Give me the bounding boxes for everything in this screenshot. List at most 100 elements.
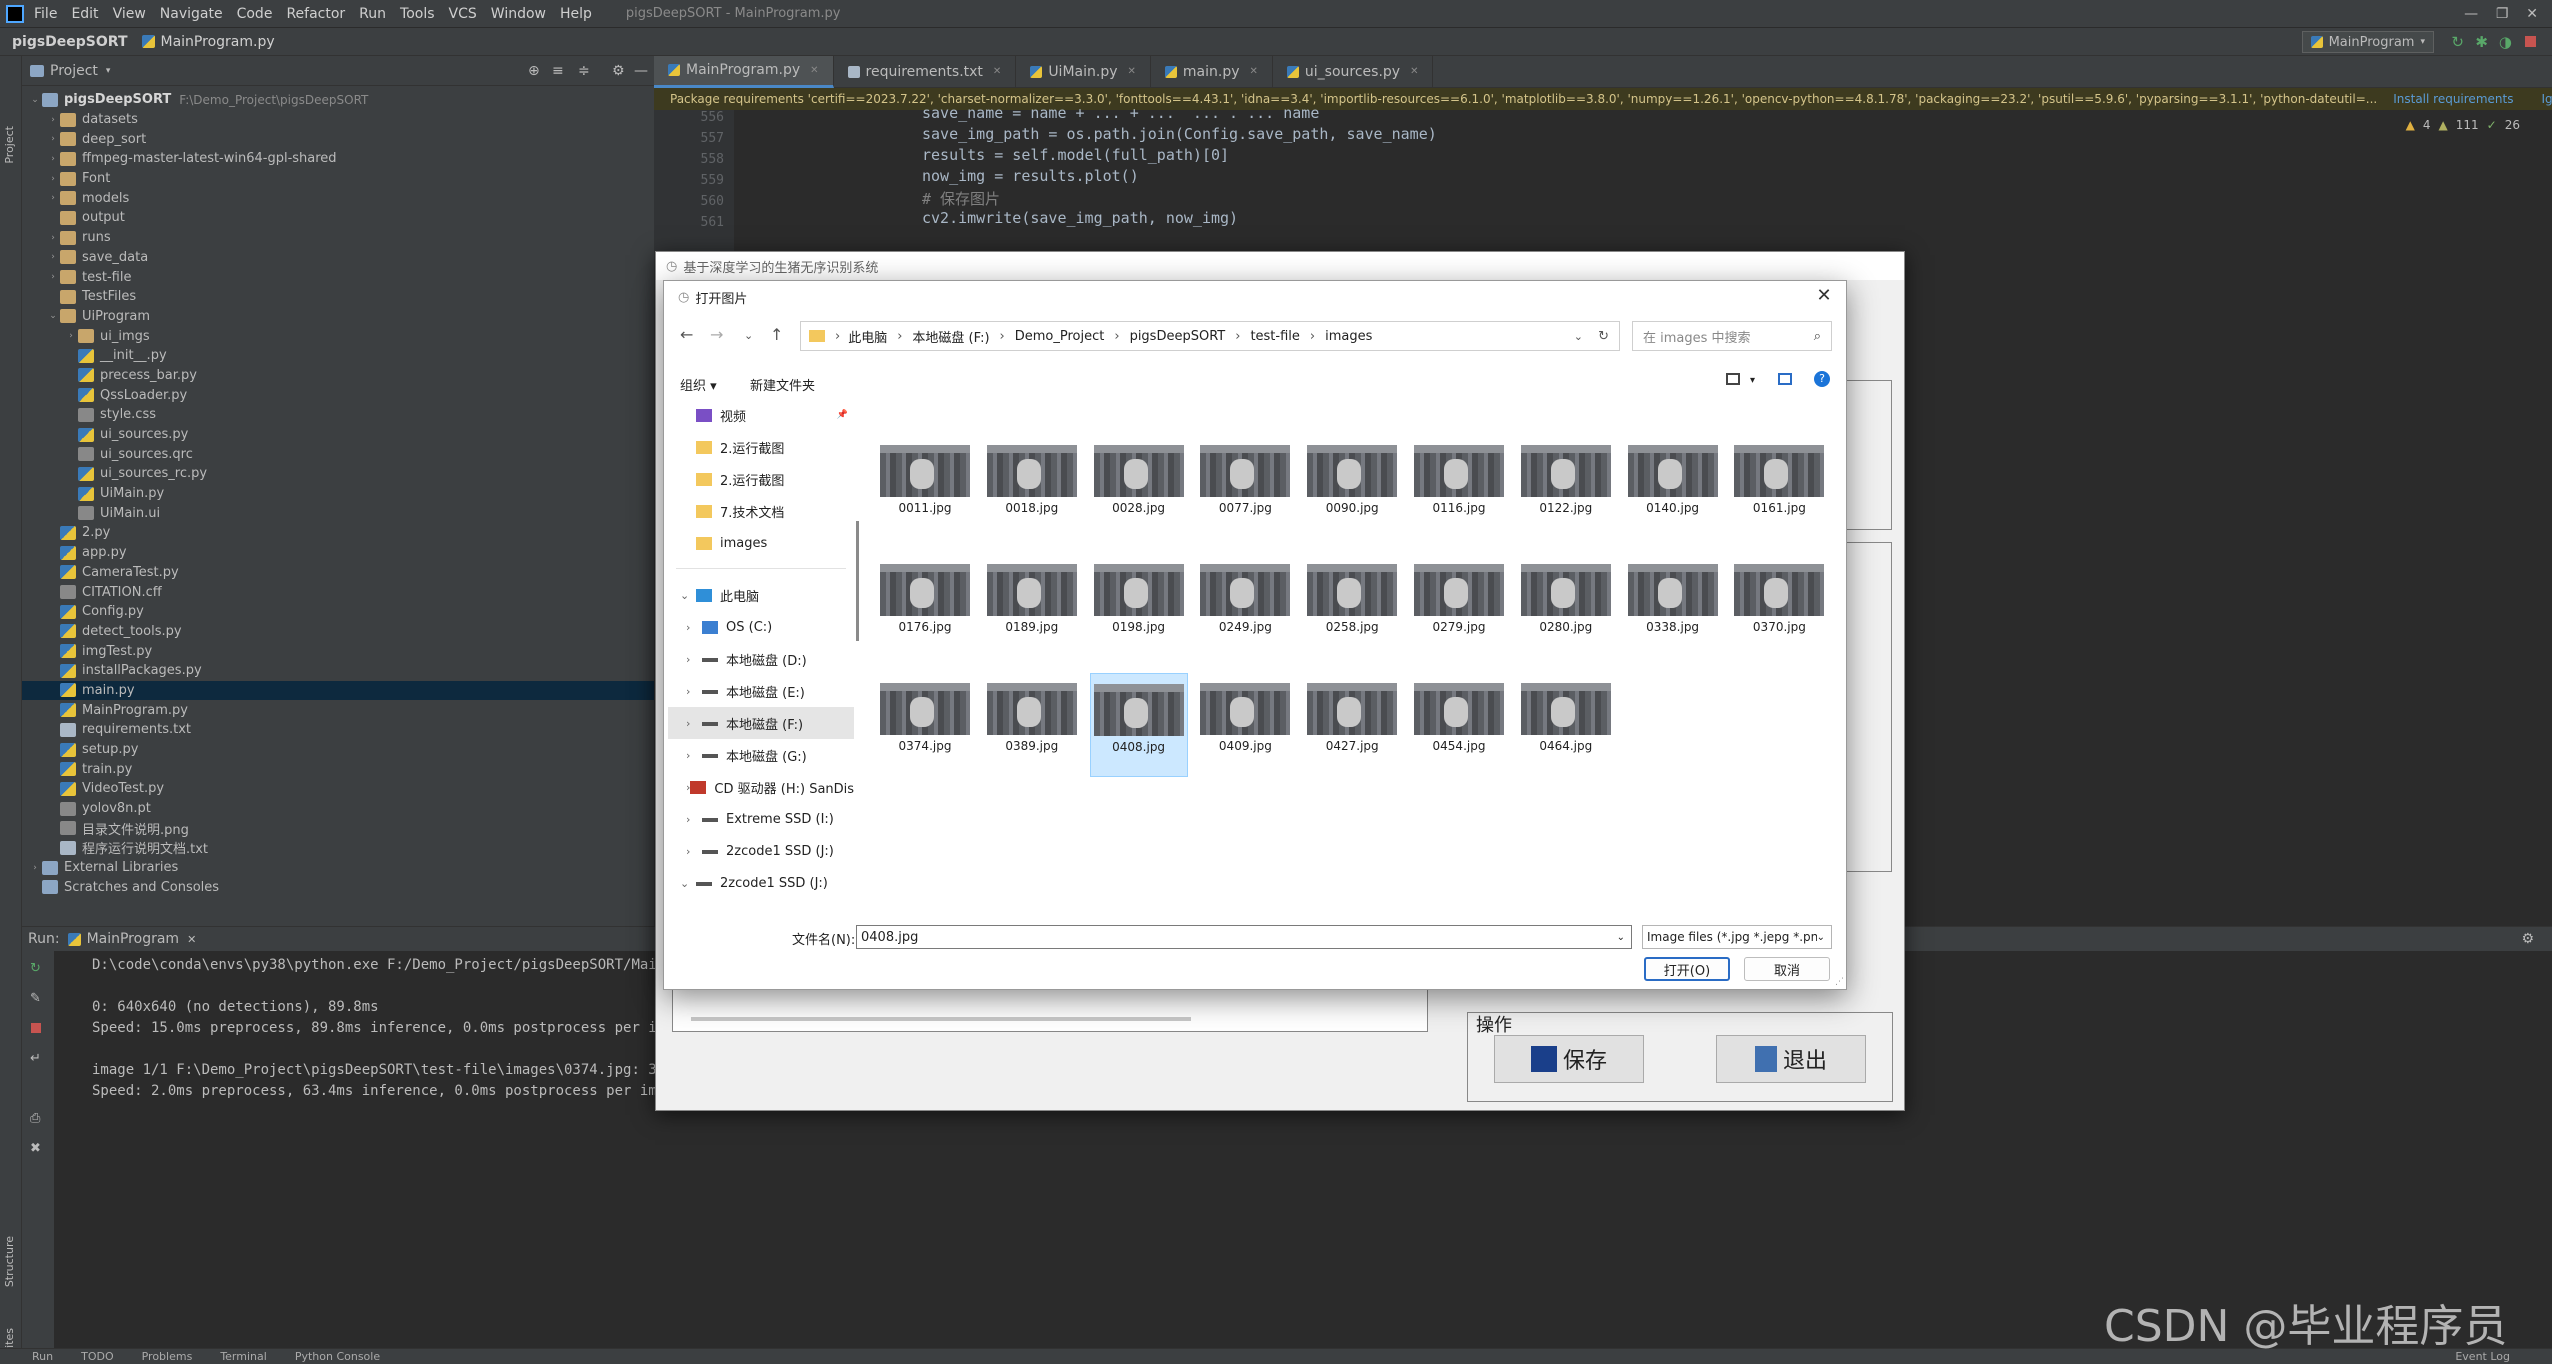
code-line[interactable]: # 保存图片 [922,188,1000,209]
tree-item[interactable]: 目录文件说明.png [22,818,654,838]
breadcrumb-file[interactable]: MainProgram.py [161,34,275,50]
minimize-icon[interactable]: — [634,63,648,79]
address-segment[interactable]: Demo_Project [1015,329,1105,344]
pin-icon[interactable]: 📌 [837,410,848,420]
chevron-right-icon[interactable]: › [686,717,702,730]
new-folder-button[interactable]: 新建文件夹 [750,375,815,394]
target-icon[interactable]: ⊕ [528,63,540,79]
file-thumbnail[interactable]: 0280.jpg [1517,554,1615,658]
nav-item[interactable]: › 2zcode1 SSD (J:) [668,835,854,867]
forward-icon[interactable]: → [710,325,723,344]
code-line[interactable]: now_img = results.plot() [922,167,1139,185]
close-icon[interactable]: ✕ [1812,285,1836,306]
file-thumbnail[interactable]: 0338.jpg [1624,554,1722,658]
ignore-requirements-link[interactable]: Ignore requirements [2541,92,2552,106]
tree-item[interactable]: TestFiles [22,287,654,307]
close-icon[interactable]: ✕ [810,65,818,76]
run-tab-label[interactable]: MainProgram [87,931,180,947]
nav-item[interactable]: images [668,527,854,559]
file-thumbnail[interactable]: 0028.jpg [1090,435,1188,539]
menu-help[interactable]: Help [560,6,592,22]
address-segment[interactable]: 本地磁盘 (F:) [912,327,989,346]
chevron-down-icon[interactable]: ⌄ [1574,330,1583,343]
tree-item[interactable]: __init__.py [22,346,654,366]
file-thumbnail[interactable]: 0116.jpg [1410,435,1508,539]
file-thumbnail[interactable]: 0409.jpg [1196,673,1294,777]
tree-item[interactable]: UiMain.ui [22,503,654,523]
file-thumbnail[interactable]: 0464.jpg [1517,673,1615,777]
nav-item[interactable]: 2.运行截图 [668,431,854,463]
chevron-right-icon[interactable]: › [686,845,702,858]
address-segment[interactable]: pigsDeepSORT [1130,329,1226,344]
trash-icon[interactable]: ✖ [30,1141,41,1156]
menu-code[interactable]: Code [237,6,273,22]
exit-button[interactable]: 退出 [1716,1035,1866,1083]
status-tab-python-console[interactable]: Python Console [295,1350,380,1363]
tree-item[interactable]: imgTest.py [22,641,654,661]
nav-item[interactable]: › 本地磁盘 (F:) [668,707,854,739]
menu-edit[interactable]: Edit [71,6,98,22]
print-icon[interactable]: ⎙ [30,1111,40,1126]
menu-file[interactable]: File [34,6,57,22]
editor-tab[interactable]: main.py ✕ [1151,55,1273,88]
tree-item[interactable]: UiMain.py [22,484,654,504]
address-segment[interactable]: test-file [1250,329,1299,344]
tree-item[interactable]: QssLoader.py [22,385,654,405]
file-thumbnail[interactable]: 0161.jpg [1730,435,1828,539]
tree-item[interactable]: › deep_sort [22,129,654,149]
tree-root[interactable]: ⌄ pigsDeepSORT F:\Demo_Project\pigsDeepS… [22,90,654,110]
close-icon[interactable]: ✕ [993,66,1001,77]
project-tool-label[interactable]: Project [3,126,16,164]
close-icon[interactable]: ✕ [1410,66,1418,77]
chevron-down-icon[interactable]: ⌄ [680,877,696,890]
editor-tab[interactable]: MainProgram.py ✕ [654,55,834,88]
nav-item[interactable]: 7.技术文档 [668,495,854,527]
breadcrumb-project[interactable]: pigsDeepSORT [12,34,128,50]
file-thumbnail[interactable]: 0122.jpg [1517,435,1615,539]
refresh-icon[interactable]: ↻ [1598,329,1609,344]
search-input[interactable]: 在 images 中搜索 ⌕ [1632,321,1832,351]
tree-item[interactable]: 程序运行说明文档.txt [22,838,654,858]
tree-item[interactable]: style.css [22,405,654,425]
nav-pane-scrollbar[interactable] [856,521,859,641]
table-scrollbar[interactable] [691,1017,1191,1021]
tree-item[interactable]: main.py [22,680,654,701]
tree-item[interactable]: VideoTest.py [22,779,654,799]
code-line[interactable]: save_img_path = os.path.join(Config.save… [922,125,1437,143]
recent-icon[interactable]: ⌄ [744,329,753,342]
tree-item[interactable]: setup.py [22,740,654,760]
expand-icon[interactable]: ≑ [578,63,590,79]
tree-item[interactable]: ui_sources.py [22,425,654,445]
up-icon[interactable]: ↑ [770,325,783,344]
file-thumbnail[interactable]: 0454.jpg [1410,673,1508,777]
tree-item[interactable]: Config.py [22,602,654,622]
tree-item[interactable]: requirements.txt [22,720,654,740]
file-thumbnail[interactable]: 0258.jpg [1303,554,1401,658]
file-thumbnail[interactable]: 0427.jpg [1303,673,1401,777]
filename-input[interactable]: 0408.jpg ⌄ [856,925,1632,949]
window-controls[interactable]: — ❐ ✕ [2464,6,2538,22]
tree-item[interactable]: detect_tools.py [22,622,654,642]
back-icon[interactable]: ← [680,325,693,344]
file-thumbnail[interactable]: 0189.jpg [983,554,1081,658]
tree-item[interactable]: installPackages.py [22,661,654,681]
status-tab-run[interactable]: Run [32,1350,53,1363]
file-thumbnail[interactable]: 0370.jpg [1730,554,1828,658]
organize-button[interactable]: 组织 ▾ [680,375,717,394]
collapse-icon[interactable]: ≡ [552,63,564,79]
code-line[interactable]: results = self.model(full_path)[0] [922,146,1229,164]
open-button[interactable]: 打开(O) [1644,957,1730,981]
nav-item[interactable]: › 本地磁盘 (D:) [668,643,854,675]
close-icon[interactable]: ✕ [1128,66,1136,77]
status-tab-terminal[interactable]: Terminal [220,1350,267,1363]
structure-tool-label[interactable]: Structure [3,1236,16,1287]
nav-item[interactable]: › OS (C:) [668,611,854,643]
tree-item[interactable]: yolov8n.pt [22,799,654,819]
tree-item[interactable]: › test-file [22,267,654,287]
tree-item[interactable]: › models [22,188,654,208]
address-segment[interactable]: 此电脑 [848,327,887,346]
rerun-icon[interactable]: ↻ [30,961,41,976]
chevron-right-icon[interactable]: › [686,685,702,698]
tree-item[interactable]: Scratches and Consoles [22,878,654,898]
editor-tab[interactable]: requirements.txt ✕ [834,55,1017,88]
